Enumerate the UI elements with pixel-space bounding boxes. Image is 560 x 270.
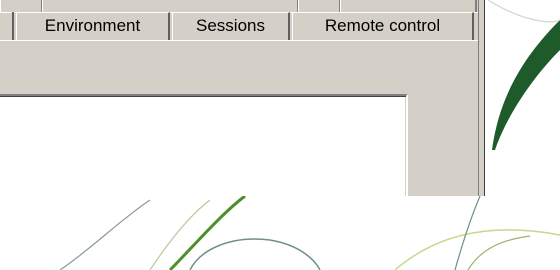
tab-strip-divider (0, 40, 478, 41)
content-panel (0, 94, 408, 196)
tab-upper-middle[interactable] (42, 0, 299, 12)
wallpaper-swirl-line (189, 238, 321, 270)
tab-environment[interactable]: Environment (16, 12, 170, 40)
wallpaper-swirl-line (59, 199, 151, 270)
wallpaper-swirl-dark (492, 20, 560, 150)
tab-sessions[interactable]: Sessions (172, 12, 290, 40)
tab-upper-right[interactable] (340, 0, 477, 12)
properties-dialog: Environment Sessions Remote control (0, 0, 485, 196)
tab-partial-left[interactable] (0, 12, 14, 40)
tab-upper-small[interactable] (298, 0, 341, 12)
tab-remote-control[interactable]: Remote control (292, 12, 474, 40)
wallpaper-swirl-green (168, 194, 246, 270)
dialog-right-border (478, 0, 485, 196)
wallpaper-swirl-line (467, 235, 531, 270)
tab-strip: Environment Sessions Remote control (0, 0, 480, 44)
wallpaper-swirl-line (394, 229, 560, 270)
wallpaper-swirl-line (487, 0, 560, 23)
tab-upper-left[interactable] (0, 0, 43, 12)
